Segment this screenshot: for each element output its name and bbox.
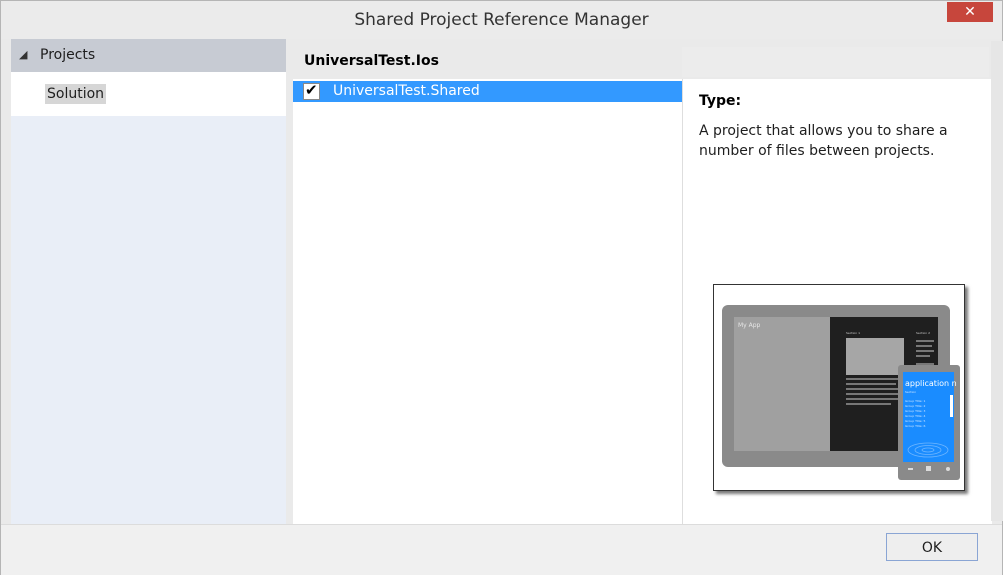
project-list-header: UniversalTest.Ios	[293, 47, 681, 77]
details-header	[682, 47, 989, 77]
app-title-text: My App	[738, 322, 761, 329]
ok-button[interactable]: OK	[886, 533, 978, 561]
svg-text:Group Title: 3: Group Title: 3	[905, 409, 925, 413]
dialog-window: Shared Project Reference Manager ✕ ◢ Pro…	[0, 0, 1003, 575]
sidebar-item-solution[interactable]: Solution	[45, 84, 107, 104]
preview-illustration: My App Section 1 Section 2 application n…	[722, 305, 960, 480]
svg-text:Group Title: 2: Group Title: 2	[905, 404, 925, 408]
details-panel: Type: A project that allows you to share…	[682, 79, 992, 524]
section-label-text: Section 1	[846, 331, 860, 335]
section-label-2-text: Section 2	[916, 331, 930, 335]
close-icon: ✕	[964, 4, 976, 20]
tree-node-projects[interactable]: ◢ Projects	[11, 39, 286, 72]
right-edge	[991, 41, 1003, 521]
project-list: ✔ UniversalTest.Shared	[293, 79, 682, 524]
dialog-footer: OK	[1, 524, 1002, 575]
svg-text:Group Title: 4: Group Title: 4	[905, 414, 925, 418]
tablet-image-tile	[846, 338, 904, 375]
type-description: A project that allows you to share a num…	[699, 123, 948, 159]
title-bar[interactable]: Shared Project Reference Manager ✕	[1, 1, 1002, 39]
tree-node-label: Projects	[40, 47, 96, 63]
phone-subtitle-text: Section	[905, 390, 916, 394]
project-list-title: UniversalTest.Ios	[304, 53, 439, 69]
svg-text:Group Title: 1: Group Title: 1	[905, 399, 925, 403]
expand-arrow-icon[interactable]: ◢	[19, 48, 27, 61]
checkmark-icon: ✔	[305, 81, 318, 99]
phone-scrollbar	[950, 395, 953, 417]
project-label: UniversalTest.Shared	[333, 83, 480, 99]
svg-text:Group Title: 6: Group Title: 6	[905, 424, 925, 428]
tablet-left-pane	[734, 317, 830, 451]
close-button[interactable]: ✕	[947, 2, 993, 22]
type-label: Type:	[699, 93, 742, 109]
phone-list: Group Title: 1 Group Title: 2 Group Titl…	[905, 399, 925, 428]
window-title: Shared Project Reference Manager	[354, 10, 649, 30]
project-checkbox[interactable]: ✔	[303, 81, 320, 100]
svg-text:Group Title: 5: Group Title: 5	[905, 419, 925, 423]
sidebar: ◢ Projects Solution	[11, 39, 286, 524]
phone-title-text: application n	[905, 379, 957, 388]
list-item[interactable]: ✔ UniversalTest.Shared	[293, 81, 682, 102]
preview-image: My App Section 1 Section 2 application n…	[713, 284, 965, 491]
